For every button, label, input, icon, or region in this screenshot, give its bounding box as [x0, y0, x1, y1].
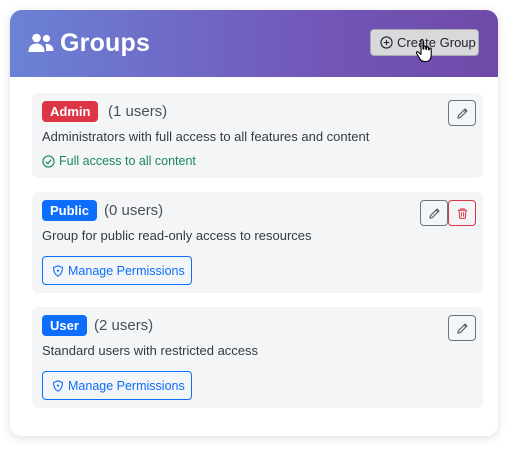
group-description: Administrators with full access to all f… — [42, 129, 370, 144]
manage-permissions-label: Manage Permissions — [68, 263, 185, 278]
group-badge-public: Public — [42, 200, 98, 221]
group-card-public: Public (0 users) Group for public read-o… — [32, 192, 483, 293]
full-access-note: Full access to all content — [42, 154, 196, 168]
user-count: (0 users) — [104, 202, 164, 219]
group-badge-user: User — [42, 315, 87, 336]
page-title: Groups — [60, 29, 151, 57]
trash-icon — [457, 207, 467, 219]
group-description: Standard users with restricted access — [42, 343, 259, 358]
full-access-text: Full access to all content — [59, 154, 196, 168]
edit-button-user[interactable] — [448, 315, 476, 341]
manage-permissions-button-user[interactable]: Manage Permissions — [42, 371, 192, 400]
users-icon — [28, 33, 54, 52]
pencil-icon — [456, 323, 467, 334]
shield-icon — [52, 379, 64, 392]
shield-icon — [52, 264, 64, 277]
group-badge-admin: Admin — [42, 101, 99, 122]
edit-button-public[interactable] — [420, 200, 448, 226]
hand-pointer-icon — [415, 38, 432, 63]
group-card-user: User (2 users) Standard users with restr… — [32, 307, 483, 408]
group-description: Group for public read-only access to res… — [42, 228, 312, 243]
manage-permissions-label: Manage Permissions — [68, 378, 185, 393]
manage-permissions-button-public[interactable]: Manage Permissions — [42, 256, 192, 285]
create-group-label: Create Group — [397, 35, 476, 50]
groups-panel: Groups Create Group Admin (1 users) Admi… — [10, 10, 498, 436]
check-circle-icon — [42, 154, 55, 168]
plus-circle-icon — [380, 36, 393, 49]
pencil-icon — [456, 108, 467, 119]
delete-button-public[interactable] — [448, 200, 476, 226]
user-count: (1 users) — [108, 103, 168, 120]
pencil-icon — [428, 208, 439, 219]
user-count: (2 users) — [94, 317, 154, 334]
group-card-admin: Admin (1 users) Administrators with full… — [32, 93, 483, 178]
edit-button-admin[interactable] — [448, 100, 476, 126]
